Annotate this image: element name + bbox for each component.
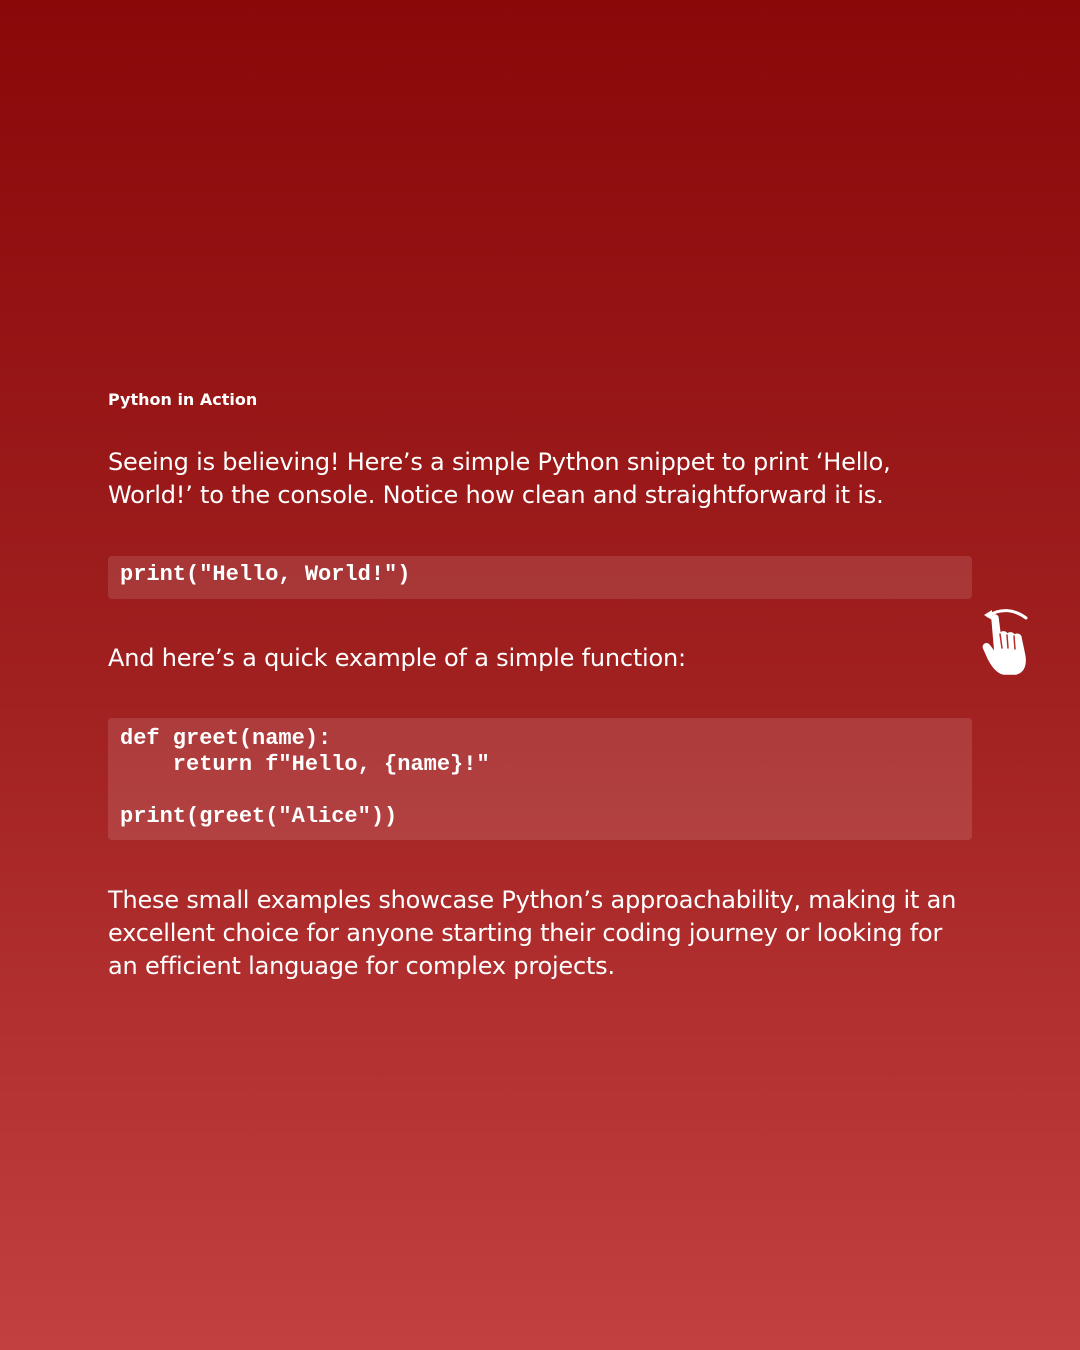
function-intro-paragraph: And here’s a quick example of a simple f… bbox=[108, 644, 686, 672]
slide-content: Python in Action Seeing is believing! He… bbox=[108, 388, 972, 983]
conclusion-paragraph: These small examples showcase Python’s a… bbox=[108, 886, 957, 980]
code-block-greet-function: def greet(name): return f"Hello, {name}!… bbox=[108, 718, 972, 840]
swipe-hand-icon[interactable] bbox=[980, 604, 1036, 678]
intro-paragraph: Seeing is believing! Here’s a simple Pyt… bbox=[108, 448, 891, 509]
code-block-hello-world: print("Hello, World!") bbox=[108, 556, 972, 599]
slide-eyebrow-title: Python in Action bbox=[108, 390, 258, 409]
